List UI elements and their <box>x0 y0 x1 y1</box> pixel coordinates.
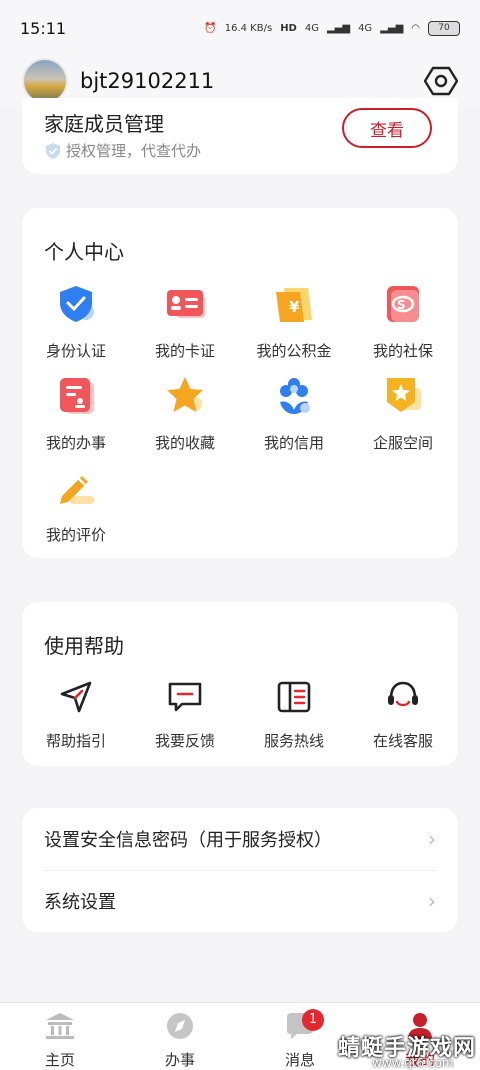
item-label: 我的社保 <box>372 342 433 360</box>
item-identity-auth[interactable]: 身份认证 <box>26 282 126 361</box>
hotline-book-icon <box>277 681 311 713</box>
signal-4g-1: 4G <box>304 22 319 34</box>
flower-icon <box>280 378 310 414</box>
help-card: 使用帮助 帮助指引 我要反馈 服务热线 在线客服 <box>22 602 458 766</box>
item-label: 身份认证 <box>45 342 106 360</box>
shield-check-icon <box>60 286 94 322</box>
star-icon <box>167 377 203 412</box>
help-title: 使用帮助 <box>44 634 124 658</box>
item-label: 帮助指引 <box>45 732 106 750</box>
item-enterprise-space[interactable]: 企服空间 <box>353 374 453 453</box>
item-label: 我要反馈 <box>154 732 215 750</box>
document-icon <box>60 378 94 414</box>
navigation-arrow-icon <box>60 681 92 713</box>
item-label: 服务热线 <box>263 732 324 750</box>
settings-gear-icon[interactable] <box>424 64 458 98</box>
item-label: 我的收藏 <box>154 434 215 452</box>
tab-label: 办事 <box>164 1051 195 1069</box>
message-badge: 1 <box>302 1009 324 1031</box>
tab-messages[interactable]: 1 消息 <box>260 1009 340 1070</box>
item-my-credit[interactable]: 我的信用 <box>244 374 344 453</box>
pencil-icon <box>60 476 94 504</box>
item-feedback[interactable]: 我要反馈 <box>135 678 235 751</box>
family-card: 家庭成员管理 授权管理，代查代办 查看 <box>22 98 458 174</box>
family-subtitle: 授权管理，代查代办 <box>44 140 201 161</box>
hd-icon: HD <box>280 22 297 34</box>
headset-icon <box>388 681 418 707</box>
username: bjt29102211 <box>80 69 215 93</box>
svg-text:¥: ¥ <box>289 298 300 316</box>
item-my-affairs[interactable]: 我的办事 <box>26 374 126 453</box>
item-help-guide[interactable]: 帮助指引 <box>26 678 126 751</box>
battery-icon: 70 <box>428 20 460 36</box>
signal-4g-2: 4G <box>358 22 373 34</box>
wifi-icon: ◠ <box>411 22 420 34</box>
security-password-label: 设置安全信息密码（用于服务授权） <box>44 830 332 851</box>
item-label: 我的卡证 <box>154 342 215 360</box>
item-housing-fund[interactable]: ¥ 我的公积金 <box>244 282 344 361</box>
shield-icon <box>46 142 60 159</box>
feedback-icon <box>168 682 202 712</box>
item-label: 我的信用 <box>263 434 324 452</box>
status-icons: ⏰ 16.4 KB/s HD 4G ▂▄▆ 4G ▂▄▆ ◠ 70 <box>204 20 460 36</box>
settings-card: 设置安全信息密码（用于服务授权） › 系统设置 › <box>22 808 458 932</box>
item-hotline[interactable]: 服务热线 <box>244 678 344 751</box>
watermark-url: www.qt6.com <box>372 1056 454 1070</box>
social-security-icon: S <box>387 286 419 322</box>
personal-center-card: 个人中心 身份认证 我的卡证 ¥ 我的公积金 S 我的社保 我的办事 我的收藏 … <box>22 208 458 558</box>
item-label: 在线客服 <box>372 732 433 750</box>
personal-center-title: 个人中心 <box>44 240 124 264</box>
signal-icon: ▂▄▆ <box>380 22 404 34</box>
chevron-right-icon: › <box>428 827 436 851</box>
alarm-icon: ⏰ <box>204 22 217 34</box>
yuan-folder-icon: ¥ <box>276 288 312 322</box>
compass-icon <box>167 1013 193 1039</box>
item-online-service[interactable]: 在线客服 <box>353 678 453 751</box>
status-time: 15:11 <box>20 18 67 38</box>
item-social-security[interactable]: S 我的社保 <box>353 282 453 361</box>
tab-label: 主页 <box>44 1051 75 1069</box>
id-card-icon <box>167 290 205 318</box>
chevron-right-icon: › <box>428 889 436 913</box>
tab-affairs[interactable]: 办事 <box>140 1011 220 1070</box>
system-settings-label: 系统设置 <box>44 892 116 913</box>
status-bar: 15:11 ⏰ 16.4 KB/s HD 4G ▂▄▆ 4G ▂▄▆ ◠ 70 <box>0 0 480 56</box>
system-settings-row[interactable]: 系统设置 › <box>44 870 436 932</box>
family-subtitle-text: 授权管理，代查代办 <box>66 142 202 160</box>
tab-label: 消息 <box>284 1051 315 1069</box>
svg-text:S: S <box>397 298 406 312</box>
item-my-favorites[interactable]: 我的收藏 <box>135 374 235 453</box>
badge-star-icon <box>387 378 421 412</box>
item-label: 企服空间 <box>372 434 433 452</box>
family-title: 家庭成员管理 <box>44 112 164 136</box>
item-my-reviews[interactable]: 我的评价 <box>26 466 126 545</box>
view-button[interactable]: 查看 <box>342 108 432 148</box>
net-speed: 16.4 KB/s <box>224 22 273 34</box>
signal-icon: ▂▄▆ <box>326 22 351 34</box>
security-password-row[interactable]: 设置安全信息密码（用于服务授权） › <box>44 808 436 870</box>
item-label: 我的评价 <box>45 526 106 544</box>
item-label: 我的公积金 <box>256 342 332 360</box>
tab-home[interactable]: 主页 <box>20 1011 100 1070</box>
temple-icon <box>46 1013 74 1039</box>
item-my-cards[interactable]: 我的卡证 <box>135 282 235 361</box>
item-label: 我的办事 <box>45 434 106 452</box>
